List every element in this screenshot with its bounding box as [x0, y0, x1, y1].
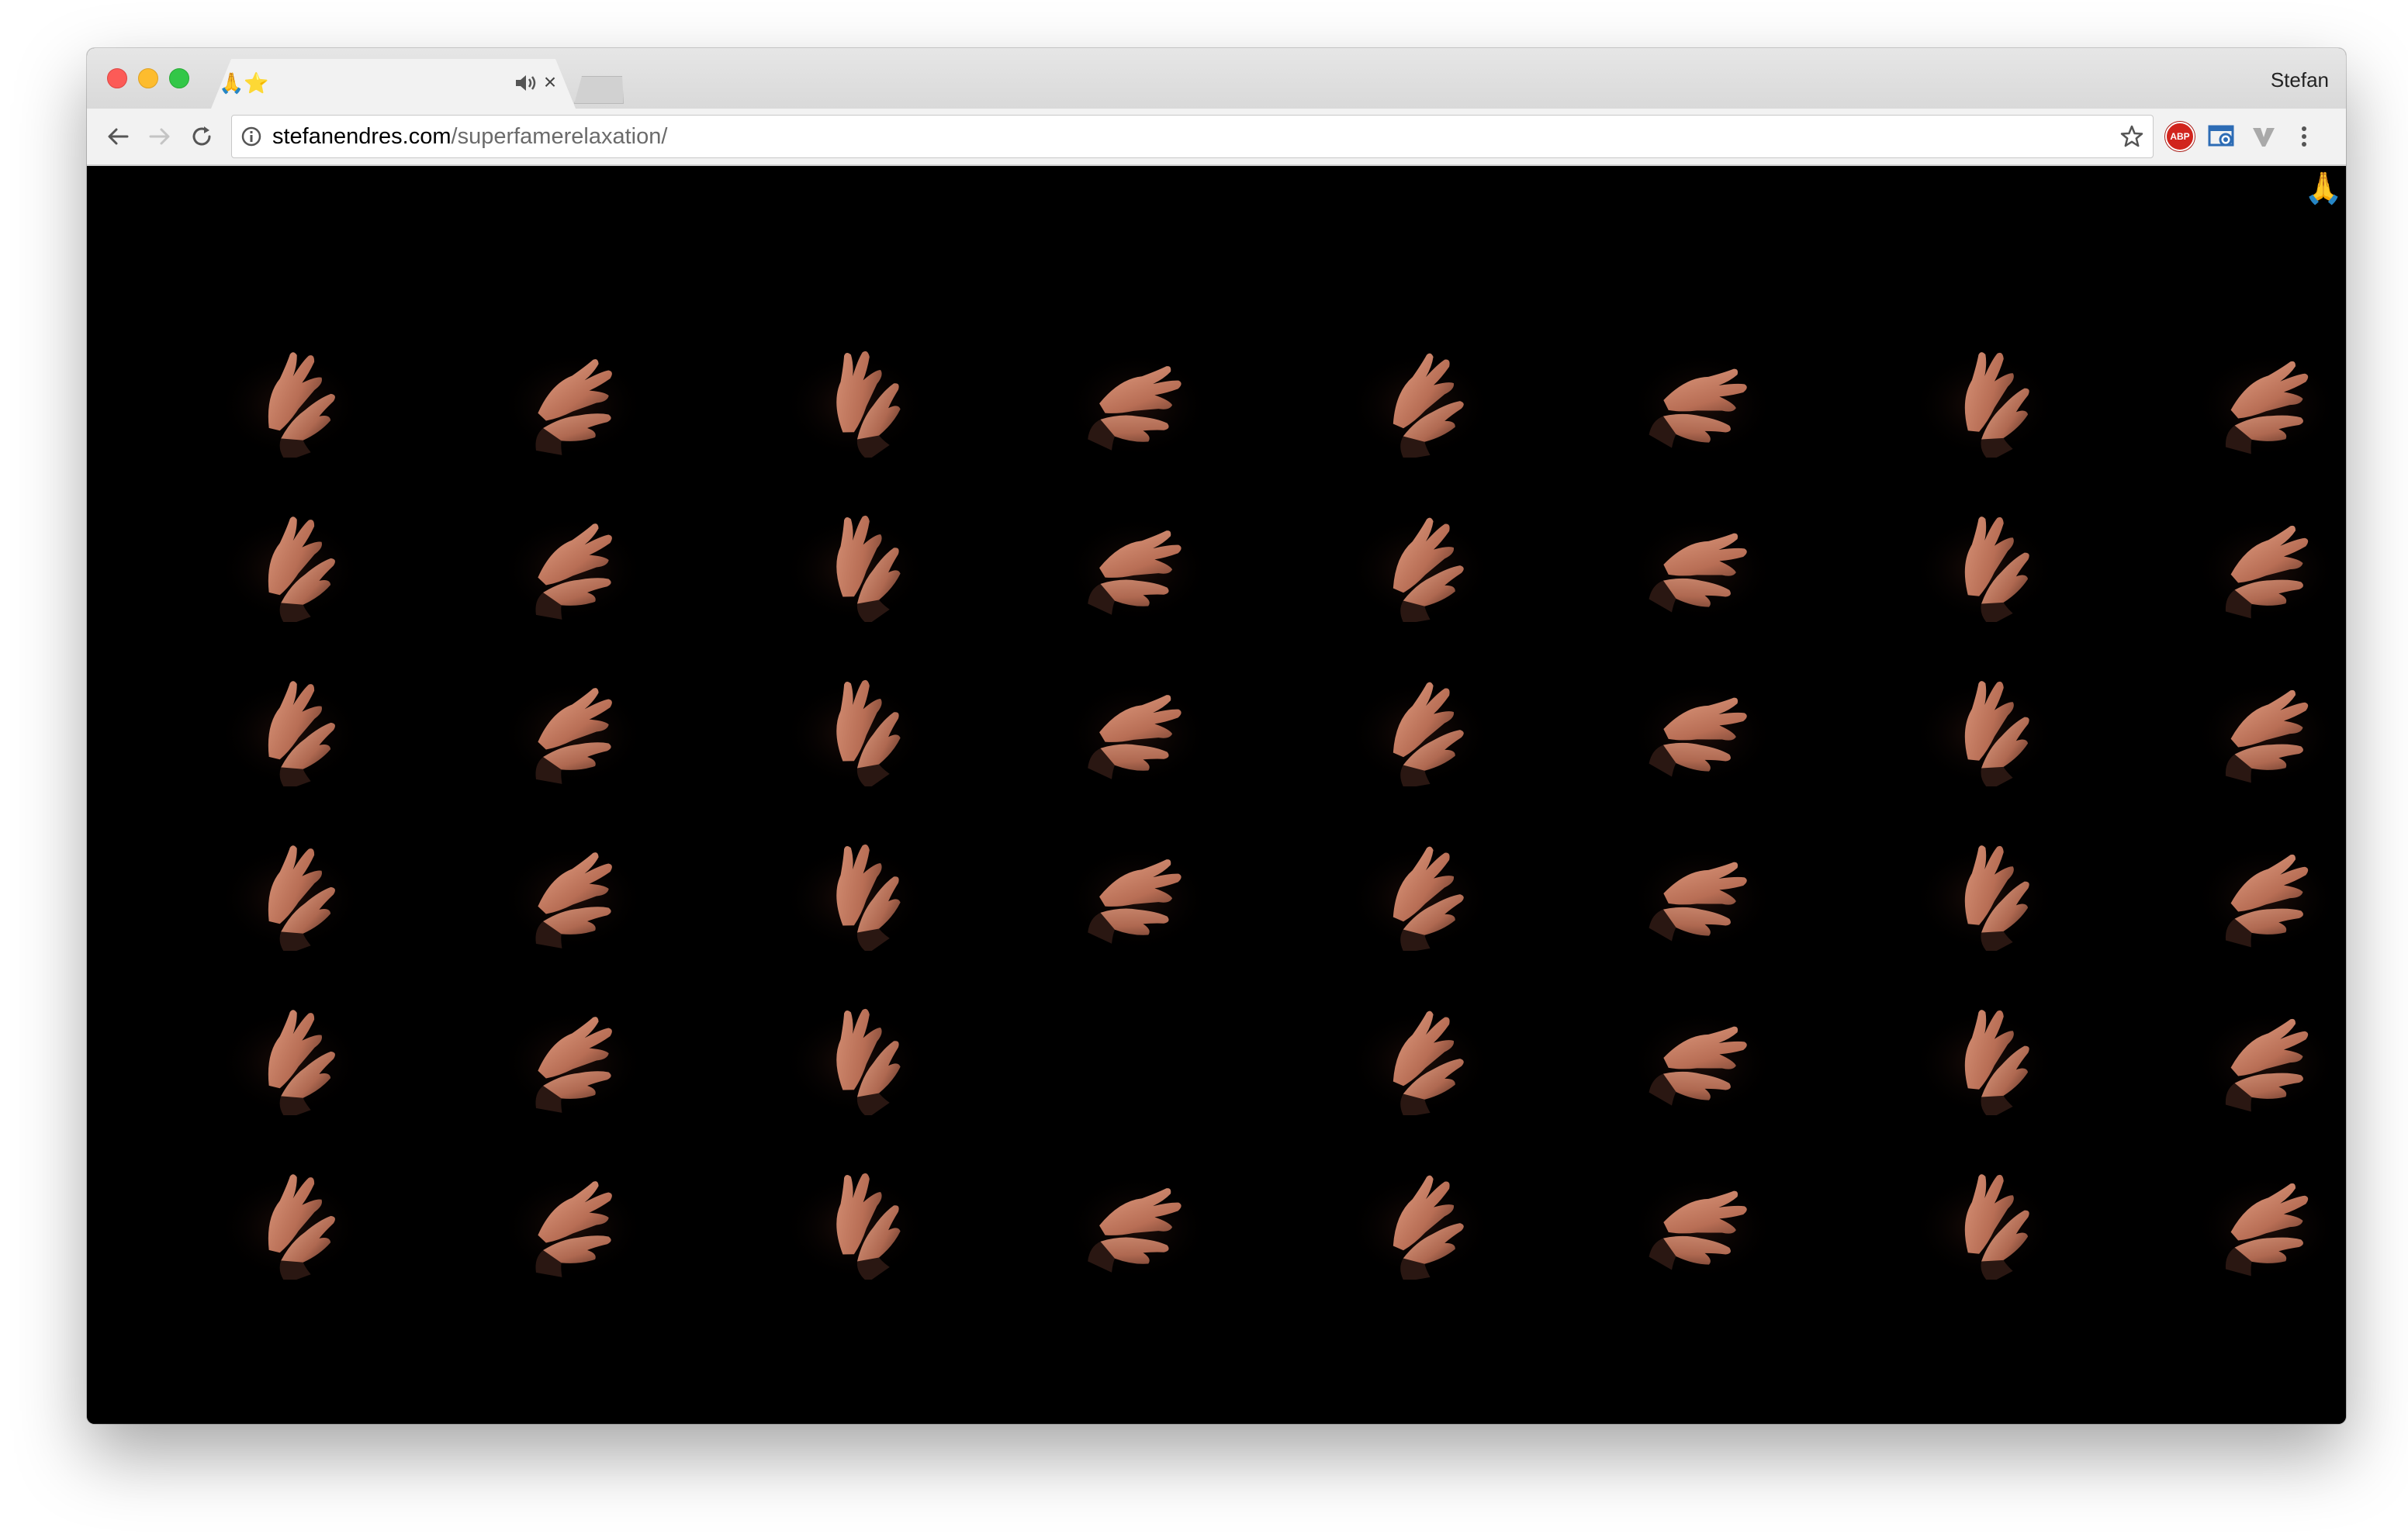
clapping-hands-grid: [150, 302, 2346, 1289]
clapping-hands-image: [1845, 631, 2127, 796]
clapping-hands-image: [998, 796, 1280, 960]
clapping-hands-image: [1562, 960, 1845, 1125]
clapping-hands-image: [2127, 467, 2346, 631]
url-domain: stefanendres.com: [272, 124, 452, 149]
clapping-hands-image: [2127, 302, 2346, 467]
clapping-hands-image: [2127, 796, 2346, 960]
reload-icon[interactable]: [185, 119, 219, 154]
info-icon[interactable]: [240, 125, 263, 148]
clapping-hands-image: [1562, 631, 1845, 796]
toolbar: stefanendres.com/superfamerelaxation/ AB…: [87, 109, 2346, 166]
clapping-hands-image: [715, 631, 998, 796]
clapping-hands-image: [2127, 960, 2346, 1125]
window-minimize-button[interactable]: [138, 68, 158, 88]
clapping-hands-image: [1280, 302, 1562, 467]
profile-name[interactable]: Stefan: [2271, 68, 2329, 92]
clapping-hands-image: [1845, 960, 2127, 1125]
back-arrow-icon[interactable]: [101, 119, 135, 154]
clapping-hands-image: [433, 467, 715, 631]
clapping-hands-image: [1845, 1125, 2127, 1289]
window-maximize-button[interactable]: [169, 68, 189, 88]
clapping-hands-image: [150, 960, 433, 1125]
clapping-hands-image: [1562, 467, 1845, 631]
speaker-icon[interactable]: [514, 71, 540, 95]
clapping-hands-image: [1845, 796, 2127, 960]
clapping-hands-image: [998, 1125, 1280, 1289]
window-close-button[interactable]: [107, 68, 127, 88]
clapping-hands-image: [433, 302, 715, 467]
tab-close-button[interactable]: ×: [538, 68, 562, 96]
clapping-hands-image: [150, 631, 433, 796]
clapping-hands-image: [1280, 796, 1562, 960]
screenshot-extension-icon[interactable]: [2206, 121, 2237, 152]
clapping-hands-image: [1280, 1125, 1562, 1289]
clapping-hands-image: [715, 467, 998, 631]
clapping-hands-image: [150, 1125, 433, 1289]
clapping-hands-image: [2127, 1125, 2346, 1289]
tab-title[interactable]: 🙏⭐: [219, 70, 269, 98]
clapping-hands-image: [715, 1125, 998, 1289]
clapping-hands-image: [150, 467, 433, 631]
clapping-hands-image: [1845, 467, 2127, 631]
clapping-hands-image: [1845, 302, 2127, 467]
clapping-hands-image: [2127, 631, 2346, 796]
address-bar[interactable]: stefanendres.com/superfamerelaxation/: [231, 115, 2154, 158]
new-tab-button[interactable]: [574, 76, 624, 104]
clapping-hands-image: [433, 631, 715, 796]
adblock-plus-icon[interactable]: ABP: [2164, 121, 2195, 152]
url-path: /superfamerelaxation/: [451, 124, 668, 149]
url-text[interactable]: stefanendres.com/superfamerelaxation/: [272, 116, 667, 157]
corner-prayer-emoji[interactable]: 🙏: [2304, 169, 2343, 208]
menu-icon[interactable]: [2289, 121, 2320, 152]
clapping-hands-image: [998, 467, 1280, 631]
clapping-hands-image: [433, 796, 715, 960]
clapping-hands-image: [1280, 631, 1562, 796]
clapping-hands-image: [715, 302, 998, 467]
bookmark-star-icon[interactable]: [2119, 123, 2145, 150]
clapping-hands-image: [1280, 467, 1562, 631]
clapping-hands-image: [715, 960, 998, 1125]
vimium-icon[interactable]: [2248, 121, 2279, 152]
clapping-hands-image: [1562, 1125, 1845, 1289]
page-content[interactable]: 🙏: [87, 166, 2346, 1424]
browser-window: 🙏⭐ × Stefan stefanendres.com/superfamere…: [87, 48, 2346, 1424]
empty-grid-cell: [998, 960, 1280, 1125]
tab-strip: 🙏⭐ × Stefan: [87, 48, 2346, 109]
clapping-hands-image: [998, 302, 1280, 467]
clapping-hands-image: [1562, 796, 1845, 960]
clapping-hands-image: [1280, 960, 1562, 1125]
clapping-hands-image: [433, 1125, 715, 1289]
clapping-hands-image: [998, 631, 1280, 796]
clapping-hands-image: [715, 796, 998, 960]
clapping-hands-image: [433, 960, 715, 1125]
forward-arrow-icon[interactable]: [143, 119, 177, 154]
clapping-hands-image: [150, 796, 433, 960]
clapping-hands-image: [1562, 302, 1845, 467]
clapping-hands-image: [150, 302, 433, 467]
abp-badge: ABP: [2165, 122, 2195, 151]
